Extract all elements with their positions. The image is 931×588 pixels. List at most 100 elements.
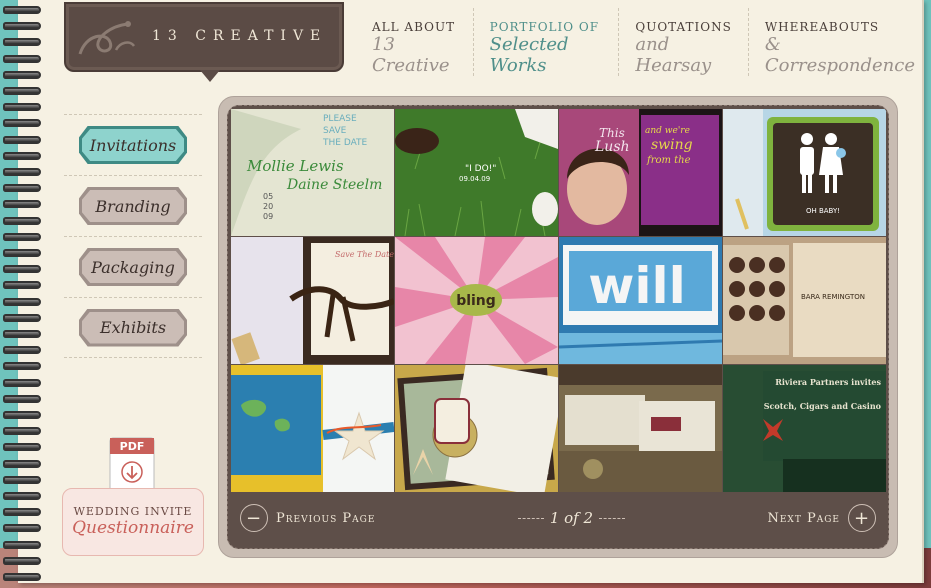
- spiral-coil: [3, 216, 41, 225]
- sidebar-row: Invitations: [64, 114, 202, 175]
- spiral-coil: [3, 427, 41, 436]
- svg-text:PLEASE: PLEASE: [323, 114, 357, 124]
- portfolio-thumbnail[interactable]: Riviera Partners invites Scotch, Cigars …: [723, 365, 886, 492]
- spiral-coil: [3, 22, 41, 31]
- svg-text:05: 05: [263, 192, 273, 201]
- svg-text:09: 09: [263, 212, 273, 221]
- spiral-coil: [3, 508, 41, 517]
- spiral-coil: [3, 38, 41, 47]
- svg-text:Save The Date: Save The Date: [335, 250, 394, 259]
- portfolio-thumbnail[interactable]: will: [559, 237, 722, 364]
- sidebar-item-invitations[interactable]: Invitations: [79, 126, 187, 164]
- spiral-coil: [3, 492, 41, 500]
- spiral-coil: [3, 540, 41, 549]
- divider: [599, 517, 626, 519]
- spiral-coil: [3, 443, 41, 452]
- spiral-coil: [3, 297, 41, 306]
- svg-text:BARA REMINGTON: BARA REMINGTON: [801, 293, 865, 301]
- sidebar-item-label: Exhibits: [82, 311, 184, 344]
- sidebar-item-label: Invitations: [82, 129, 184, 161]
- spiral-coil: [3, 151, 41, 160]
- svg-text:Riviera Partners invites: Riviera Partners invites: [775, 377, 881, 387]
- svg-text:THE DATE: THE DATE: [322, 138, 368, 148]
- spiral-coil: [3, 119, 41, 128]
- sidebar-item-label: Branding: [82, 190, 184, 222]
- nav-small-label: WHEREABOUTS: [764, 20, 880, 34]
- sidebar-row: Packaging: [64, 236, 202, 297]
- svg-text:09.04.09: 09.04.09: [459, 175, 490, 183]
- logo-swirl-icon: [78, 21, 136, 55]
- logo-text: 13 CREATIVE: [152, 28, 328, 44]
- questionnaire-link[interactable]: WEDDING INVITE Questionnaire: [62, 488, 204, 556]
- sidebar-item-packaging[interactable]: Packaging: [79, 248, 187, 286]
- sidebar-item-branding[interactable]: Branding: [79, 187, 187, 225]
- portfolio-thumbnail[interactable]: PLEASE SAVE THE DATE Mollie Lewis Daine …: [231, 109, 394, 236]
- portfolio-thumbnail[interactable]: OH BABY!: [723, 109, 886, 236]
- sidebar-row: Exhibits: [64, 297, 202, 358]
- spiral-coil: [3, 168, 41, 176]
- next-page-button[interactable]: Next Page +: [767, 504, 876, 532]
- page-count: 1 of 2: [517, 509, 626, 527]
- questionnaire-big: Questionnaire: [72, 518, 194, 538]
- nav-portfolio[interactable]: PORTFOLIO OF Selected Works: [474, 8, 620, 76]
- svg-text:Mollie Lewis: Mollie Lewis: [246, 157, 344, 175]
- svg-text:This: This: [599, 126, 625, 140]
- plus-icon: +: [847, 504, 876, 532]
- pdf-download-icon[interactable]: PDF: [108, 436, 156, 494]
- spiral-coil: [3, 184, 41, 193]
- spiral-coil: [3, 281, 41, 290]
- site-logo[interactable]: 13 CREATIVE: [64, 2, 344, 82]
- spiral-coil: [3, 87, 41, 95]
- svg-text:from the: from the: [646, 155, 691, 166]
- spiral-binding: [0, 0, 44, 588]
- spiral-coil: [3, 249, 41, 257]
- portfolio-thumbnail[interactable]: [559, 365, 722, 492]
- nav-small-label: QUOTATIONS: [635, 20, 732, 34]
- spiral-coil: [3, 362, 41, 371]
- spiral-coil: [3, 232, 41, 241]
- portfolio-thumbnail[interactable]: [231, 365, 394, 492]
- svg-text:and we're: and we're: [645, 126, 690, 136]
- spiral-coil: [3, 524, 41, 533]
- divider: [517, 517, 544, 519]
- spiral-coil: [3, 475, 41, 484]
- spiral-coil: [3, 346, 41, 355]
- svg-text:20: 20: [263, 202, 273, 211]
- spiral-coil: [3, 459, 41, 468]
- spiral-coil: [3, 103, 41, 112]
- next-page-label: Next Page: [767, 510, 840, 526]
- pdf-label: PDF: [120, 440, 145, 453]
- spiral-coil: [3, 330, 41, 338]
- nav-big-label: & Correspondence: [764, 34, 916, 76]
- category-sidebar: Invitations Branding Packaging Exhibits: [64, 114, 202, 358]
- spiral-coil: [3, 70, 41, 79]
- portfolio-thumbnail[interactable]: BARA REMINGTON: [723, 237, 886, 364]
- portfolio-thumbnail[interactable]: Save The Date: [231, 237, 394, 364]
- portfolio-gallery: PLEASE SAVE THE DATE Mollie Lewis Daine …: [218, 96, 898, 558]
- nav-small-label: PORTFOLIO OF: [489, 20, 600, 34]
- nav-quotations[interactable]: QUOTATIONS and Hearsay: [619, 8, 749, 76]
- gallery-inner: PLEASE SAVE THE DATE Mollie Lewis Daine …: [227, 105, 889, 549]
- portfolio-thumbnail[interactable]: bling: [395, 237, 558, 364]
- page-count-label: 1 of 2: [549, 509, 594, 527]
- nav-all-about[interactable]: ALL ABOUT 13 Creative: [356, 8, 474, 76]
- portfolio-thumbnail[interactable]: [395, 365, 558, 492]
- spiral-coil: [3, 313, 41, 322]
- portfolio-thumbnail[interactable]: This Lush and we're swing from the: [559, 109, 722, 236]
- main-nav: ALL ABOUT 13 Creative PORTFOLIO OF Selec…: [356, 8, 931, 76]
- minus-icon: −: [240, 504, 268, 532]
- sidebar-row: Branding: [64, 175, 202, 236]
- sidebar-item-exhibits[interactable]: Exhibits: [79, 308, 187, 347]
- previous-page-button[interactable]: − Previous Page: [240, 504, 375, 532]
- svg-text:Lush: Lush: [594, 139, 630, 155]
- spiral-coil: [3, 378, 41, 387]
- nav-big-label: 13 Creative: [372, 34, 450, 76]
- svg-text:OH BABY!: OH BABY!: [806, 207, 840, 215]
- spiral-coil: [3, 411, 41, 419]
- nav-whereabouts[interactable]: WHEREABOUTS & Correspondence: [749, 8, 931, 76]
- spiral-coil: [3, 54, 41, 63]
- portfolio-thumbnail[interactable]: "I DO!" 09.04.09: [395, 109, 558, 236]
- svg-text:Daine Steelm: Daine Steelm: [286, 177, 382, 193]
- questionnaire-small: WEDDING INVITE: [73, 505, 193, 518]
- pagination-bar: − Previous Page 1 of 2 Next Page +: [228, 488, 888, 548]
